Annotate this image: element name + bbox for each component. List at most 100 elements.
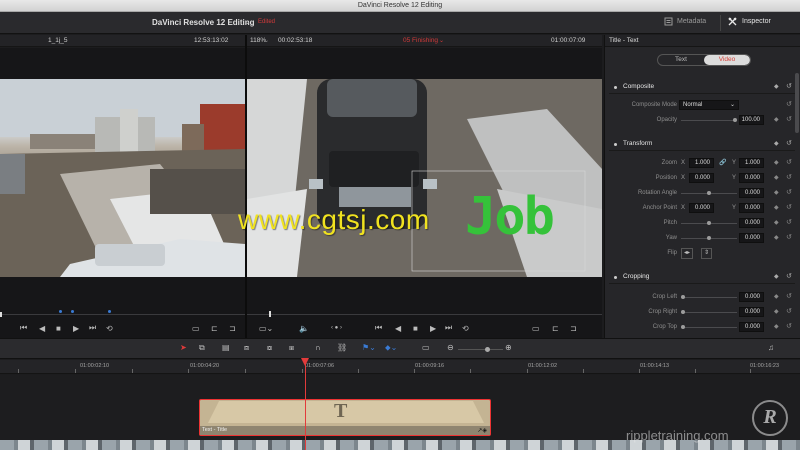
flip-horizontal-icon[interactable]: ◂▸: [681, 248, 694, 259]
keyframe-diamond-icon[interactable]: ◆: [774, 156, 779, 170]
opacity-slider[interactable]: [681, 120, 737, 121]
crop-right-slider[interactable]: [681, 312, 737, 313]
tl-match-frame-icon[interactable]: ▭: [532, 324, 540, 333]
reset-icon[interactable]: ↺: [786, 137, 792, 151]
composite-section-header[interactable]: Composite ◆ ↺: [609, 80, 795, 94]
tab-text[interactable]: Text: [658, 55, 704, 65]
zoom-y-field[interactable]: 1.000: [739, 158, 764, 168]
tl-mark-out-icon[interactable]: ⊐: [570, 324, 577, 333]
pitch-slider-knob[interactable]: [707, 221, 711, 225]
tl-jump-end-icon[interactable]: ⏭: [445, 323, 452, 333]
yaw-field[interactable]: 0.000: [739, 233, 764, 243]
source-scrub-bar[interactable]: [0, 306, 245, 317]
match-frame-icon[interactable]: ▭: [192, 324, 200, 333]
position-y-field[interactable]: 0.000: [739, 173, 764, 183]
crop-left-slider-knob[interactable]: [681, 295, 685, 299]
reset-icon[interactable]: ↺: [786, 171, 792, 185]
reset-icon[interactable]: ↺: [786, 201, 792, 215]
title-overlay-text[interactable]: Job: [465, 187, 555, 247]
viewer-mode-icon[interactable]: ▭⌄: [259, 324, 273, 333]
trim-tool-icon[interactable]: ⧉: [199, 343, 205, 353]
play-reverse-icon[interactable]: ◀: [39, 324, 45, 333]
reset-icon[interactable]: ↺: [786, 320, 792, 334]
timeline-chevron-icon[interactable]: ⌄: [439, 35, 444, 47]
audio-mixer-icon[interactable]: ♫: [768, 343, 774, 352]
tl-play-reverse-icon[interactable]: ◀: [395, 324, 401, 333]
tl-mark-in-icon[interactable]: ⊏: [552, 324, 559, 333]
overwrite-clip-icon[interactable]: ⧇: [267, 343, 272, 353]
timeline-scrub-bar[interactable]: [247, 306, 602, 317]
position-x-field[interactable]: 0.000: [689, 173, 714, 183]
keyframe-diamond-icon[interactable]: ◆: [774, 305, 779, 319]
audio-icon[interactable]: 🔈: [299, 324, 309, 333]
keyframe-diamond-icon[interactable]: ◆: [774, 113, 779, 127]
jump-end-icon[interactable]: ⏭: [89, 323, 96, 333]
reset-icon[interactable]: ↺: [786, 156, 792, 170]
opacity-slider-knob[interactable]: [733, 118, 737, 122]
crop-right-slider-knob[interactable]: [681, 310, 685, 314]
flip-vertical-icon[interactable]: ⇕: [701, 248, 713, 259]
selection-tool-icon[interactable]: ➤: [180, 343, 187, 352]
timeline-zoom-slider[interactable]: [458, 349, 503, 350]
crop-top-slider-knob[interactable]: [681, 325, 685, 329]
zoom-chevron-icon[interactable]: ⌄: [264, 35, 269, 47]
title-clip[interactable]: T Text - Title ↗◈: [199, 399, 491, 436]
loop-icon[interactable]: ⟲: [106, 324, 113, 333]
tl-play-icon[interactable]: ▶: [430, 324, 436, 333]
inspector-scrollbar[interactable]: [795, 73, 799, 133]
marker-icon[interactable]: ⬥⌄: [385, 343, 397, 353]
keyframe-diamond-icon[interactable]: ◆: [774, 80, 779, 94]
keyframe-diamond-icon[interactable]: ◆: [774, 137, 779, 151]
link-icon[interactable]: 🔗: [719, 156, 726, 170]
insert-clip-icon[interactable]: ⧈: [244, 343, 249, 353]
reset-icon[interactable]: ↺: [786, 216, 792, 230]
replace-clip-icon[interactable]: ⧆: [289, 343, 294, 353]
keyframe-diamond-icon[interactable]: ◆: [774, 186, 779, 200]
jump-start-icon[interactable]: ⏮: [20, 323, 27, 333]
timeline-name[interactable]: 05 Finishing: [403, 35, 438, 47]
stop-icon[interactable]: ■: [56, 324, 61, 333]
reset-icon[interactable]: ↺: [786, 290, 792, 304]
transform-section-header[interactable]: Transform ◆ ↺: [609, 137, 795, 151]
crop-top-slider[interactable]: [681, 327, 737, 328]
keyframe-diamond-icon[interactable]: ◆: [774, 290, 779, 304]
play-icon[interactable]: ▶: [73, 324, 79, 333]
tl-loop-icon[interactable]: ⟲: [462, 324, 469, 333]
zoom-in-icon[interactable]: ⊕: [505, 343, 512, 352]
anchor-x-field[interactable]: 0.000: [689, 203, 714, 213]
crop-left-field[interactable]: 0.000: [739, 292, 764, 302]
jog-icon[interactable]: ‹ ● ›: [331, 325, 342, 331]
reset-icon[interactable]: ↺: [786, 113, 792, 127]
rotation-field[interactable]: 0.000: [739, 188, 764, 198]
keyframe-diamond-icon[interactable]: ◆: [774, 231, 779, 245]
keyframe-diamond-icon[interactable]: ◆: [774, 270, 779, 284]
composite-mode-select[interactable]: Normal ⌄: [679, 100, 739, 110]
flag-icon[interactable]: ⚑⌄: [362, 343, 376, 352]
rotation-slider-knob[interactable]: [707, 191, 711, 195]
timeline-ruler[interactable]: 01:00:02:10 01:00:04:20 01:00:07:06 01:0…: [0, 360, 800, 374]
reset-icon[interactable]: ↺: [786, 231, 792, 245]
cropping-section-header[interactable]: Cropping ◆ ↺: [609, 270, 795, 284]
zoom-x-field[interactable]: 1.000: [689, 158, 714, 168]
mark-in-icon[interactable]: ⊏: [211, 324, 218, 333]
crop-left-slider[interactable]: [681, 297, 737, 298]
opacity-field[interactable]: 100.00: [739, 115, 764, 125]
pitch-field[interactable]: 0.000: [739, 218, 764, 228]
reset-icon[interactable]: ↺: [786, 98, 792, 112]
metadata-button[interactable]: Metadata: [664, 17, 706, 26]
source-clip-name[interactable]: 1_1j_5: [48, 35, 68, 47]
mark-out-icon[interactable]: ⊐: [229, 324, 236, 333]
playhead-handle[interactable]: [301, 358, 309, 366]
crop-top-field[interactable]: 0.000: [739, 322, 764, 332]
timeline-zoom-knob[interactable]: [485, 347, 490, 352]
keyframe-diamond-icon[interactable]: ◆: [774, 320, 779, 334]
project-name[interactable]: DaVinci Resolve 12 Editing: [152, 18, 255, 27]
yaw-slider-knob[interactable]: [707, 236, 711, 240]
reset-icon[interactable]: ↺: [786, 305, 792, 319]
tl-jump-start-icon[interactable]: ⏮: [375, 323, 382, 333]
zoom-out-icon[interactable]: ⊖: [447, 343, 454, 352]
blade-edit-icon[interactable]: ▤: [222, 343, 230, 352]
tab-video[interactable]: Video: [704, 55, 750, 65]
reset-icon[interactable]: ↺: [786, 186, 792, 200]
chevron-down-icon[interactable]: ⌄: [244, 17, 251, 26]
